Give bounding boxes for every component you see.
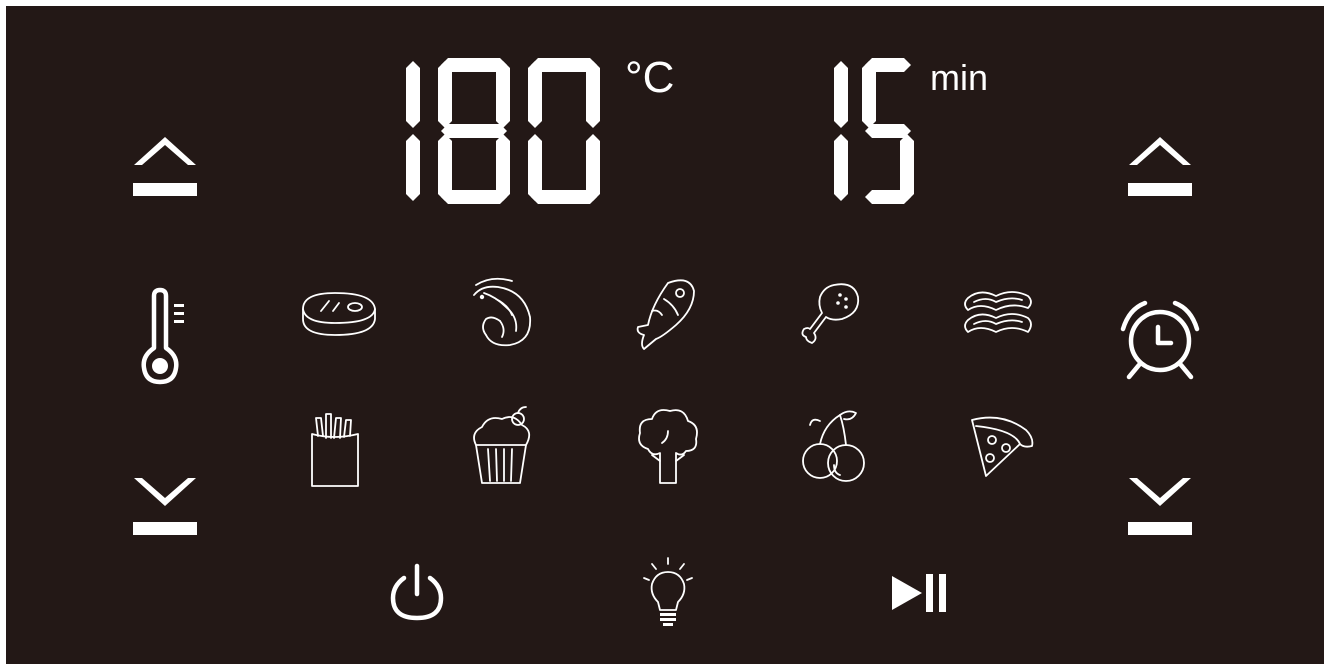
time-down-button[interactable] — [1125, 472, 1195, 542]
preset-pizza[interactable] — [962, 410, 1042, 485]
power-icon — [390, 563, 444, 621]
time-display — [790, 52, 920, 212]
alarm-clock-icon — [1115, 297, 1205, 387]
broccoli-icon — [638, 409, 698, 484]
temperature-digit-2-segment-e — [528, 134, 542, 201]
fish-icon — [636, 279, 695, 350]
start-pause-button[interactable] — [888, 570, 958, 616]
temperature-digits — [406, 58, 600, 204]
pizza-icon — [971, 416, 1034, 477]
preset-broccoli[interactable] — [632, 405, 704, 490]
cherries-icon — [802, 410, 865, 482]
temperature-unit: °C — [625, 53, 675, 102]
play-pause-icon — [892, 574, 946, 612]
time-up-button[interactable] — [1125, 133, 1195, 203]
preset-bacon[interactable] — [960, 286, 1040, 342]
temperature-digit-0-segment-b — [406, 61, 420, 128]
time-digits — [834, 58, 914, 204]
preset-cupcake[interactable] — [462, 405, 542, 490]
steak-icon — [302, 292, 376, 336]
preset-shrimp[interactable] — [462, 275, 542, 355]
power-button[interactable] — [385, 558, 450, 626]
light-button[interactable] — [638, 556, 698, 628]
chevron-up-icon — [133, 137, 197, 196]
preset-cherries[interactable] — [796, 405, 876, 490]
shrimp-icon — [473, 277, 532, 347]
fries-icon — [311, 413, 359, 487]
temperature-up-button[interactable] — [130, 133, 200, 203]
temperature-digit-1-segment-g — [441, 124, 507, 138]
temperature-down-button[interactable] — [130, 472, 200, 542]
temperature-digit-1-segment-e — [438, 134, 452, 201]
temperature-digit-2-segment-f — [528, 61, 542, 128]
light-bulb-icon — [643, 557, 693, 626]
time-unit: min — [930, 57, 989, 98]
preset-chicken-leg[interactable] — [798, 279, 868, 349]
temperature-digit-2-segment-b — [586, 61, 600, 128]
thermometer-icon — [138, 287, 198, 390]
cupcake-icon — [473, 406, 531, 484]
chicken-leg-icon — [801, 283, 860, 344]
temperature-digit-1-segment-f — [438, 61, 452, 128]
temperature-digit-0-segment-c — [406, 134, 420, 201]
temperature-digit-1-segment-b — [496, 61, 510, 128]
time-digit-0-segment-b — [834, 61, 848, 128]
preset-steak[interactable] — [295, 283, 385, 343]
time-digit-1-segment-g — [865, 124, 911, 138]
time-digit-1-segment-d — [865, 190, 911, 204]
chevron-up-icon — [1128, 137, 1192, 196]
preset-fries[interactable] — [302, 410, 372, 490]
chevron-down-icon — [1128, 478, 1192, 535]
time-digit-1-segment-f — [862, 61, 876, 128]
chevron-down-icon — [133, 478, 197, 535]
preset-fish[interactable] — [628, 275, 708, 355]
time-digit-0-segment-c — [834, 134, 848, 201]
temperature-display — [340, 52, 620, 212]
bacon-icon — [964, 291, 1032, 333]
